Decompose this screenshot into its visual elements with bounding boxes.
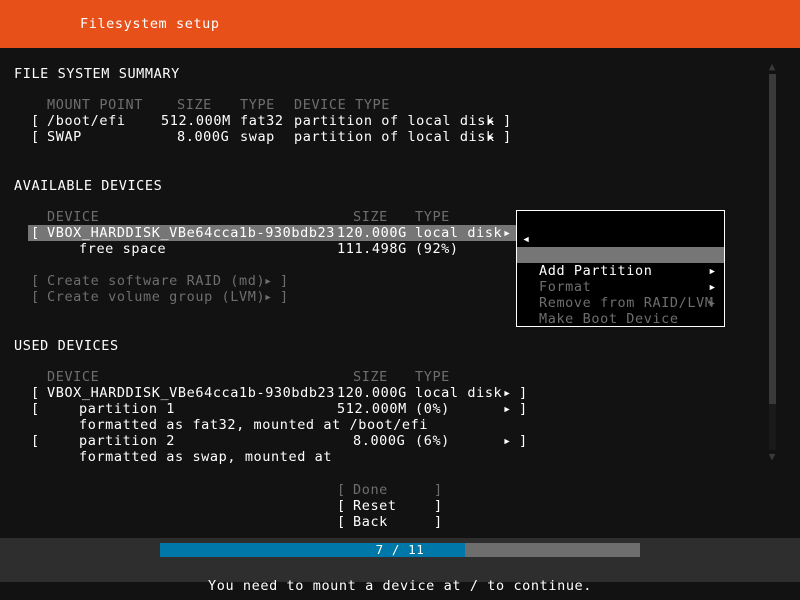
bracket-open: [ bbox=[31, 113, 40, 129]
available-device-name: VBOX_HARDDISK_VBe64cca1b-930bdb23 bbox=[47, 225, 336, 241]
summary-device-type: partition of local disk bbox=[294, 113, 495, 129]
chevron-right-icon[interactable]: ▸ bbox=[487, 113, 496, 129]
page-title: Filesystem setup bbox=[80, 16, 220, 32]
bracket-open: [ bbox=[337, 498, 346, 514]
progress-bar-label: 7 / 11 bbox=[375, 542, 425, 557]
bracket-open: [ bbox=[31, 289, 40, 305]
chevron-right-icon[interactable]: ▸ bbox=[487, 129, 496, 145]
scrollbar[interactable]: ▲ ▼ bbox=[766, 61, 778, 462]
free-space-size: 111.498G bbox=[337, 241, 407, 257]
bracket-open: [ bbox=[337, 514, 346, 530]
installer-screen: Filesystem setup FILE SYSTEM SUMMARY MOU… bbox=[0, 0, 800, 600]
bracket-close: ] bbox=[519, 385, 528, 401]
summary-mount-point: /boot/efi bbox=[47, 113, 126, 129]
chevron-right-icon: ▸ bbox=[264, 289, 273, 305]
section-title-used-devices: USED DEVICES bbox=[14, 338, 119, 354]
summary-col-type: TYPE bbox=[240, 97, 275, 113]
used-device-size: 120.000G bbox=[337, 385, 407, 401]
bracket-open: [ bbox=[31, 401, 40, 417]
free-space-percent: (92%) bbox=[415, 241, 459, 257]
bracket-close: ] bbox=[434, 514, 443, 530]
summary-col-mount-point: MOUNT POINT bbox=[47, 97, 144, 113]
scrollbar-thumb[interactable] bbox=[769, 74, 776, 404]
summary-device-type: partition of local disk bbox=[294, 129, 495, 145]
bracket-close: ] bbox=[503, 113, 512, 129]
bracket-close: ] bbox=[503, 129, 512, 145]
chevron-right-icon[interactable]: ▸ bbox=[503, 225, 512, 241]
free-space-label: free space bbox=[79, 241, 167, 257]
progress-bar: 7 / 11 bbox=[160, 543, 640, 557]
bracket-close: ] bbox=[519, 433, 528, 449]
summary-type: fat32 bbox=[240, 113, 284, 129]
summary-size: 512.000M bbox=[161, 113, 231, 129]
bracket-close: ] bbox=[434, 482, 443, 498]
summary-size: 8.000G bbox=[177, 129, 230, 145]
section-title-filesystem-summary: FILE SYSTEM SUMMARY bbox=[14, 66, 180, 82]
chevron-right-icon[interactable]: ▸ bbox=[503, 433, 512, 449]
chevron-right-icon: ▸ bbox=[264, 273, 273, 289]
bracket-open: [ bbox=[31, 433, 40, 449]
available-col-device: DEVICE bbox=[47, 209, 100, 225]
bracket-close: ] bbox=[280, 273, 289, 289]
used-partition-percent: (6%) bbox=[415, 433, 450, 449]
used-col-size: SIZE bbox=[353, 369, 388, 385]
used-partition-size: 8.000G bbox=[353, 433, 406, 449]
scroll-up-arrow-icon[interactable]: ▲ bbox=[767, 61, 777, 72]
summary-mount-point: SWAP bbox=[47, 129, 82, 145]
used-partition-name: partition 2 bbox=[79, 433, 176, 449]
used-partition-detail: formatted as swap, mounted at bbox=[79, 449, 333, 465]
used-device-name: VBOX_HARDDISK_VBe64cca1b-930bdb23 bbox=[47, 385, 336, 401]
context-menu[interactable]: ◂ (close) Info ▸ Add Partition ▸ Format … bbox=[516, 210, 725, 327]
menu-item-make-boot-device[interactable]: Make Boot Device bbox=[517, 295, 724, 327]
available-device-size: 120.000G bbox=[337, 225, 407, 241]
scroll-down-arrow-icon[interactable]: ▼ bbox=[767, 451, 777, 462]
used-col-type: TYPE bbox=[415, 369, 450, 385]
available-device-row-selected[interactable]: [ VBOX_HARDDISK_VBe64cca1b-930bdb23 120.… bbox=[28, 225, 516, 241]
menu-item-format[interactable]: Format ▸ bbox=[517, 263, 724, 311]
bracket-open: [ bbox=[31, 273, 40, 289]
header-bar: Filesystem setup bbox=[0, 0, 800, 48]
summary-type: swap bbox=[240, 129, 275, 145]
summary-col-device-type: DEVICE TYPE bbox=[294, 97, 391, 113]
bracket-open: [ bbox=[31, 385, 40, 401]
done-button-label: Done bbox=[353, 482, 388, 498]
menu-item-close[interactable]: ◂ (close) bbox=[517, 215, 724, 263]
menu-item-remove-from-raid-lvm[interactable]: Remove from RAID/LVM bbox=[517, 279, 724, 311]
available-col-type: TYPE bbox=[415, 209, 450, 225]
available-col-size: SIZE bbox=[353, 209, 388, 225]
bracket-close: ] bbox=[434, 498, 443, 514]
chevron-right-icon[interactable]: ▸ bbox=[503, 385, 512, 401]
back-button-label: Back bbox=[353, 514, 388, 530]
create-raid-label: Create software RAID (md) bbox=[47, 273, 266, 289]
reset-button-label: Reset bbox=[353, 498, 397, 514]
menu-item-label: Make Boot Device bbox=[539, 311, 679, 327]
used-device-type: local disk bbox=[415, 385, 503, 401]
bracket-open: [ bbox=[31, 129, 40, 145]
bracket-close: ] bbox=[280, 289, 289, 305]
used-partition-percent: (0%) bbox=[415, 401, 450, 417]
bracket-close: ] bbox=[519, 401, 528, 417]
chevron-right-icon[interactable]: ▸ bbox=[503, 401, 512, 417]
used-partition-detail: formatted as fat32, mounted at /boot/efi bbox=[79, 417, 429, 433]
used-partition-name: partition 1 bbox=[79, 401, 176, 417]
available-device-type: local disk bbox=[415, 225, 503, 241]
section-title-available-devices: AVAILABLE DEVICES bbox=[14, 178, 163, 194]
summary-col-size: SIZE bbox=[177, 97, 212, 113]
used-partition-size: 512.000M bbox=[337, 401, 407, 417]
bracket-open: [ bbox=[337, 482, 346, 498]
menu-item-add-partition[interactable]: Add Partition ▸ bbox=[517, 247, 724, 295]
used-col-device: DEVICE bbox=[47, 369, 100, 385]
create-lvm-label: Create volume group (LVM) bbox=[47, 289, 266, 305]
menu-item-info[interactable]: Info ▸ bbox=[517, 231, 724, 279]
status-message: You need to mount a device at / to conti… bbox=[207, 578, 593, 594]
bracket-open: [ bbox=[31, 225, 40, 241]
